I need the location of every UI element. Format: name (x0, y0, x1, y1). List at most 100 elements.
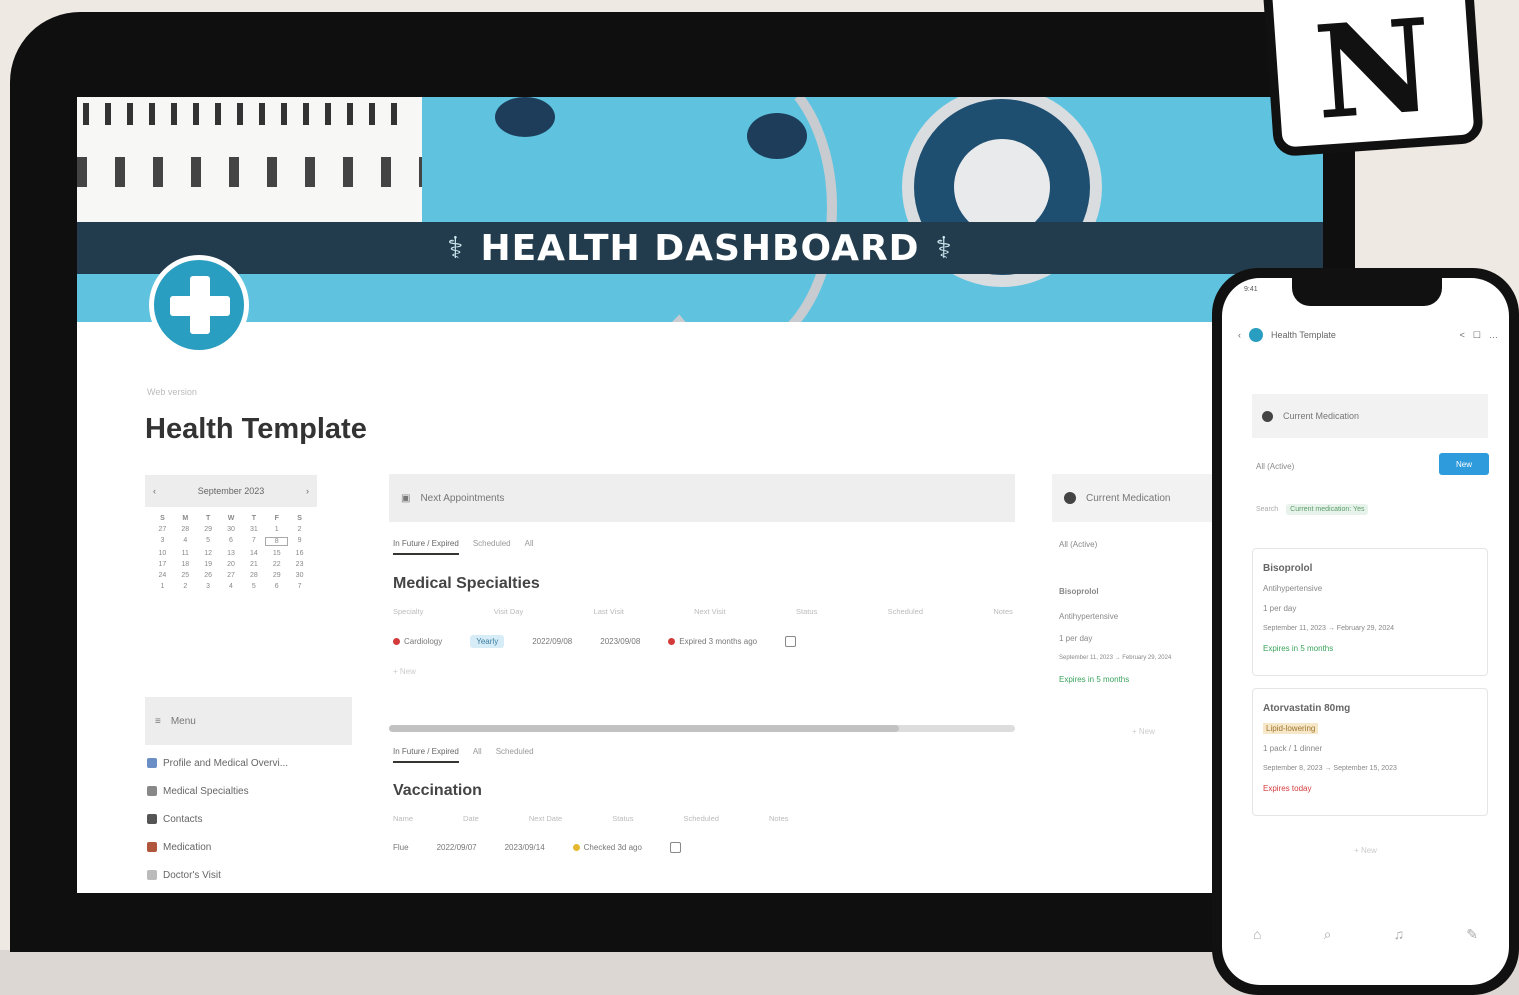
prop-header[interactable]: Scheduled (888, 607, 923, 616)
prop-header[interactable]: Visit Day (494, 607, 523, 616)
calendar-day[interactable]: 14 (242, 550, 265, 557)
phone-medication-callout[interactable]: Current Medication (1252, 394, 1488, 438)
home-icon[interactable]: ⌂ (1253, 926, 1261, 943)
calendar-day[interactable]: 30 (220, 526, 243, 533)
phone-page-title[interactable]: Health Template (1271, 330, 1336, 340)
menu-item[interactable]: Doctor's Visit (147, 861, 357, 889)
calendar-day[interactable]: 5 (242, 583, 265, 590)
menu-item[interactable]: Medical Specialties (147, 777, 357, 805)
breadcrumb[interactable]: Web version (147, 387, 197, 397)
calendar-day[interactable]: 7 (288, 583, 311, 590)
calendar-day[interactable]: 15 (265, 550, 288, 557)
medical-specialties-title[interactable]: Medical Specialties (393, 575, 540, 593)
phone-new-row[interactable]: + New (1222, 846, 1509, 855)
calendar-day[interactable]: 6 (265, 583, 288, 590)
calendar-day[interactable]: 26 (197, 572, 220, 579)
plus-medical-icon[interactable] (149, 255, 249, 355)
medication-view[interactable]: All (Active) (1059, 540, 1097, 549)
filter-chip[interactable]: Current medication: Yes (1286, 504, 1369, 515)
tab-in-future[interactable]: In Future / Expired (393, 539, 459, 555)
calendar-day[interactable]: 18 (174, 561, 197, 568)
prop-header[interactable]: Next Date (529, 814, 562, 823)
back-icon[interactable]: ‹ (1238, 330, 1241, 340)
medication-card[interactable]: Atorvastatin 80mg Lipid-lowering 1 pack … (1252, 688, 1488, 816)
calendar-day[interactable]: 4 (174, 537, 197, 546)
scrollbar-thumb[interactable] (389, 725, 899, 732)
phone-search[interactable]: Search Current medication: Yes (1256, 504, 1369, 515)
tab-scheduled[interactable]: Scheduled (473, 539, 511, 555)
calendar-day[interactable]: 9 (288, 537, 311, 546)
calendar-day[interactable]: 10 (151, 550, 174, 557)
prop-header[interactable]: Specialty (393, 607, 423, 616)
bell-icon[interactable]: ♫ (1394, 926, 1405, 943)
calendar-day[interactable]: 22 (265, 561, 288, 568)
calendar-day[interactable]: 21 (242, 561, 265, 568)
calendar-day[interactable]: 12 (197, 550, 220, 557)
menu-item[interactable]: Medication (147, 833, 357, 861)
prop-header[interactable]: Name (393, 814, 413, 823)
calendar-day[interactable]: 1 (265, 526, 288, 533)
prop-header[interactable]: Scheduled (683, 814, 718, 823)
more-icon[interactable]: … (1489, 330, 1498, 340)
calendar-day[interactable]: 19 (197, 561, 220, 568)
calendar-day[interactable]: 29 (265, 572, 288, 579)
share-icon[interactable]: < (1460, 330, 1465, 340)
prop-header[interactable]: Next Visit (694, 607, 726, 616)
prev-month-icon[interactable]: ‹ (153, 486, 156, 496)
prop-header[interactable]: Notes (769, 814, 789, 823)
calendar-day[interactable]: 4 (220, 583, 243, 590)
calendar-day[interactable]: 27 (151, 526, 174, 533)
calendar-day[interactable]: 23 (288, 561, 311, 568)
calendar-day[interactable]: 7 (242, 537, 265, 546)
tab-all[interactable]: All (525, 539, 534, 555)
menu-item[interactable]: Contacts (147, 805, 357, 833)
medication-card[interactable]: Bisoprolol Antihypertensive 1 per day Se… (1252, 548, 1488, 676)
table-row[interactable]: Flue 2022/09/07 2023/09/14 Checked 3d ag… (393, 842, 1013, 853)
edit-icon[interactable]: ✎ (1466, 926, 1478, 943)
calendar-day[interactable]: 28 (174, 526, 197, 533)
calendar-day[interactable]: 31 (242, 526, 265, 533)
new-medication-button[interactable]: + New (1132, 727, 1155, 736)
prop-header[interactable]: Notes (993, 607, 1013, 616)
calendar-day[interactable]: 27 (220, 572, 243, 579)
prop-header[interactable]: Status (796, 607, 817, 616)
calendar-day[interactable]: 2 (174, 583, 197, 590)
calendar-day[interactable]: 16 (288, 550, 311, 557)
scheduled-checkbox[interactable] (669, 842, 681, 853)
horizontal-scrollbar[interactable] (389, 725, 1015, 732)
new-row-button[interactable]: + New (393, 667, 416, 676)
table-row[interactable]: Cardiology Yearly 2022/09/08 2023/09/08 … (393, 635, 1013, 648)
menu-header[interactable]: ≡ Menu (145, 697, 352, 745)
calendar-day[interactable]: 5 (197, 537, 220, 546)
calendar-day[interactable]: 6 (220, 537, 243, 546)
calendar-day[interactable]: 8 (265, 537, 289, 546)
calendar-day[interactable]: 3 (151, 537, 174, 546)
phone-view-select[interactable]: All (Active) (1256, 462, 1294, 471)
next-month-icon[interactable]: › (306, 486, 309, 496)
next-appointments-callout[interactable]: ▣ Next Appointments (389, 474, 1015, 522)
prop-header[interactable]: Date (463, 814, 479, 823)
search-icon[interactable]: ⌕ (1324, 926, 1332, 943)
medication-item[interactable]: Bisoprolol (1059, 587, 1099, 596)
prop-header[interactable]: Last Visit (594, 607, 624, 616)
tab-all[interactable]: All (473, 747, 482, 763)
calendar-day[interactable]: 2 (288, 526, 311, 533)
calendar-day[interactable]: 13 (220, 550, 243, 557)
calendar-day[interactable]: 1 (151, 583, 174, 590)
tab-scheduled[interactable]: Scheduled (496, 747, 534, 763)
comment-icon[interactable]: ☐ (1473, 330, 1481, 341)
menu-item[interactable]: Profile and Medical Overvi... (147, 749, 357, 777)
calendar-day[interactable]: 11 (174, 550, 197, 557)
calendar-day[interactable]: 25 (174, 572, 197, 579)
calendar-day[interactable]: 3 (197, 583, 220, 590)
calendar-day[interactable]: 24 (151, 572, 174, 579)
vaccination-title[interactable]: Vaccination (393, 782, 482, 800)
phone-new-button[interactable]: New (1439, 453, 1489, 475)
calendar-day[interactable]: 17 (151, 561, 174, 568)
calendar-day[interactable]: 20 (220, 561, 243, 568)
prop-header[interactable]: Status (612, 814, 633, 823)
scheduled-checkbox[interactable] (785, 636, 797, 647)
calendar-day[interactable]: 28 (242, 572, 265, 579)
calendar-day[interactable]: 29 (197, 526, 220, 533)
tab-in-future[interactable]: In Future / Expired (393, 747, 459, 763)
